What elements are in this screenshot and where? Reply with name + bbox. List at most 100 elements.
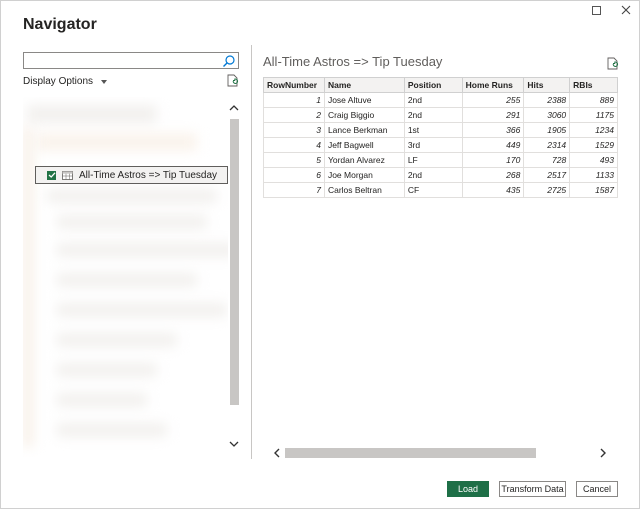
blurred-tree-node xyxy=(57,393,147,407)
cell-position: LF xyxy=(403,152,463,168)
table-row: 7 Carlos Beltran CF 435 2725 1587 xyxy=(263,182,618,198)
chevron-right-icon[interactable] xyxy=(599,447,607,459)
preview-hscrollbar[interactable] xyxy=(263,447,619,459)
display-options-dropdown[interactable]: Display Options xyxy=(23,76,108,87)
cell-rownumber: 1 xyxy=(263,92,325,108)
cell-rownumber: 5 xyxy=(263,152,325,168)
refresh-icon[interactable] xyxy=(607,57,619,70)
cell-hits: 1905 xyxy=(523,122,571,138)
maximize-button[interactable] xyxy=(589,3,603,17)
column-header-home-runs[interactable]: Home Runs xyxy=(461,77,525,93)
cell-hits: 2725 xyxy=(523,182,571,198)
cell-hits: 2388 xyxy=(523,92,571,108)
cell-hits: 728 xyxy=(523,152,571,168)
cell-rownumber: 4 xyxy=(263,137,325,153)
cell-home-runs: 170 xyxy=(461,152,525,168)
table-row: 1 Jose Altuve 2nd 255 2388 889 xyxy=(263,92,618,108)
cell-name: Lance Berkman xyxy=(323,122,405,138)
blurred-tree-node xyxy=(57,363,157,377)
column-header-name[interactable]: Name xyxy=(323,77,405,93)
display-options-label: Display Options xyxy=(23,76,94,87)
tree-scrollbar[interactable] xyxy=(228,97,240,457)
cell-name: Jeff Bagwell xyxy=(323,137,405,153)
column-header-rownumber[interactable]: RowNumber xyxy=(263,77,325,93)
navigator-dialog: Navigator Display Options All-Time Astro… xyxy=(0,0,640,509)
cell-position: 3rd xyxy=(403,137,463,153)
column-header-position[interactable]: Position xyxy=(403,77,463,93)
blurred-tree-node xyxy=(57,273,197,287)
transform-data-button[interactable]: Transform Data xyxy=(499,481,566,497)
chevron-left-icon[interactable] xyxy=(273,447,281,459)
cell-home-runs: 255 xyxy=(461,92,525,108)
blurred-tree-edge xyxy=(23,127,33,447)
dialog-title: Navigator xyxy=(23,16,97,33)
chevron-down-icon xyxy=(101,79,108,84)
cell-rownumber: 3 xyxy=(263,122,325,138)
cell-home-runs: 291 xyxy=(461,107,525,123)
cell-rbis: 1234 xyxy=(569,122,618,138)
search-input[interactable] xyxy=(23,52,239,69)
cell-name: Carlos Beltran xyxy=(323,182,405,198)
blurred-tree-node xyxy=(57,333,177,347)
blurred-tree-node xyxy=(27,105,157,123)
cell-name: Craig Biggio xyxy=(323,107,405,123)
blurred-tree-node xyxy=(57,303,227,317)
cancel-button[interactable]: Cancel xyxy=(576,481,618,497)
cell-hits: 3060 xyxy=(523,107,571,123)
cell-hits: 2517 xyxy=(523,167,571,183)
table-checkbox[interactable] xyxy=(47,170,56,180)
pane-divider xyxy=(251,45,252,459)
chevron-up-icon[interactable] xyxy=(229,103,239,113)
preview-title: All-Time Astros => Tip Tuesday xyxy=(263,54,443,69)
close-icon xyxy=(621,5,631,15)
chevron-down-icon[interactable] xyxy=(229,439,239,449)
preview-hscroll-thumb[interactable] xyxy=(285,448,536,458)
table-row: 5 Yordan Alvarez LF 170 728 493 xyxy=(263,152,618,168)
header-row: RowNumber Name Position Home Runs Hits R… xyxy=(263,77,618,93)
cell-name: Joe Morgan xyxy=(323,167,405,183)
cell-rbis: 1529 xyxy=(569,137,618,153)
window-controls xyxy=(589,3,633,17)
cell-position: CF xyxy=(403,182,463,198)
table-row: 6 Joe Morgan 2nd 268 2517 1133 xyxy=(263,167,618,183)
blurred-tree-node xyxy=(47,189,217,203)
cell-home-runs: 268 xyxy=(461,167,525,183)
cell-home-runs: 435 xyxy=(461,182,525,198)
cell-rbis: 1587 xyxy=(569,182,618,198)
search-icon[interactable] xyxy=(222,54,236,68)
navigator-tree[interactable] xyxy=(23,97,239,457)
close-button[interactable] xyxy=(619,3,633,17)
cell-position: 2nd xyxy=(403,107,463,123)
cell-rbis: 493 xyxy=(569,152,618,168)
cell-home-runs: 366 xyxy=(461,122,525,138)
tree-item-table[interactable]: All-Time Astros => Tip Tuesday xyxy=(35,166,228,184)
blurred-tree-node xyxy=(37,133,197,151)
preview-grid[interactable]: RowNumber Name Position Home Runs Hits R… xyxy=(263,77,618,447)
column-header-rbis[interactable]: RBIs xyxy=(569,77,618,93)
cell-rownumber: 7 xyxy=(263,182,325,198)
cell-rownumber: 6 xyxy=(263,167,325,183)
cell-position: 1st xyxy=(403,122,463,138)
table-row: 3 Lance Berkman 1st 366 1905 1234 xyxy=(263,122,618,138)
cell-position: 2nd xyxy=(403,167,463,183)
preview-table: RowNumber Name Position Home Runs Hits R… xyxy=(263,77,618,198)
column-header-hits[interactable]: Hits xyxy=(523,77,571,93)
table-row: 4 Jeff Bagwell 3rd 449 2314 1529 xyxy=(263,137,618,153)
load-button[interactable]: Load xyxy=(447,481,489,497)
checkmark-icon xyxy=(48,172,55,178)
cell-rbis: 1175 xyxy=(569,107,618,123)
tree-item-label: All-Time Astros => Tip Tuesday xyxy=(79,169,218,181)
tree-scroll-thumb[interactable] xyxy=(230,119,239,405)
blurred-tree-node xyxy=(57,243,237,257)
cell-home-runs: 449 xyxy=(461,137,525,153)
blurred-tree-node xyxy=(57,423,167,437)
table-row: 2 Craig Biggio 2nd 291 3060 1175 xyxy=(263,107,618,123)
cell-hits: 2314 xyxy=(523,137,571,153)
cell-name: Jose Altuve xyxy=(323,92,405,108)
cell-rbis: 889 xyxy=(569,92,618,108)
cell-position: 2nd xyxy=(403,92,463,108)
cell-rbis: 1133 xyxy=(569,167,618,183)
cell-rownumber: 2 xyxy=(263,107,325,123)
refresh-icon[interactable] xyxy=(227,74,239,87)
table-icon xyxy=(62,170,73,180)
